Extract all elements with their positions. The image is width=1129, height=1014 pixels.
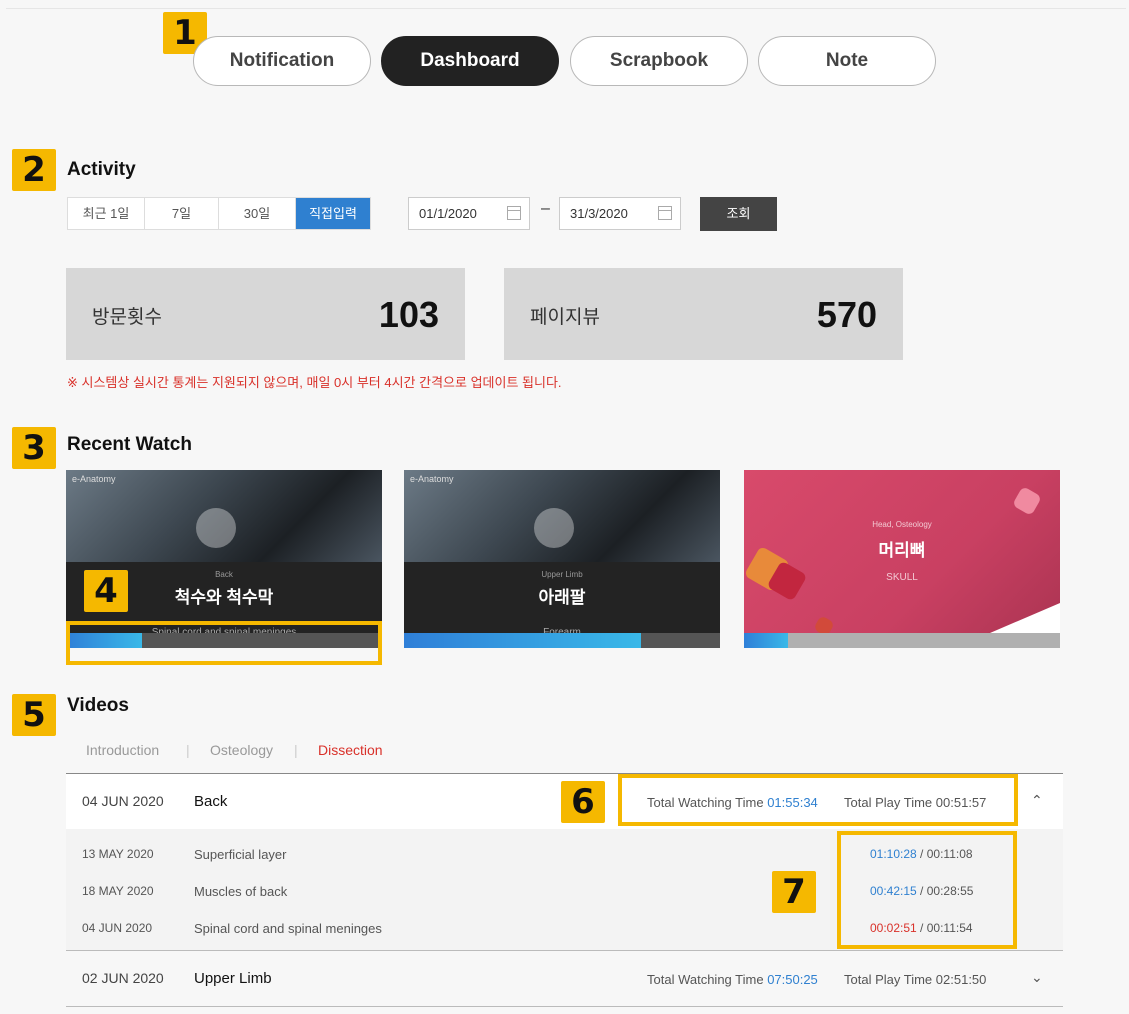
annotation-badge-5: 5 (12, 694, 56, 736)
tab-note[interactable]: Note (758, 36, 936, 86)
visits-label: 방문횟수 (92, 307, 162, 328)
card-subtitle: SKULL (886, 572, 918, 583)
period-1day-button[interactable]: 최근 1일 (68, 198, 145, 229)
chevron-down-icon[interactable]: ⌄ (1031, 969, 1043, 986)
watch-progress-fill (744, 633, 789, 648)
recent-watch-card[interactable]: Head, Osteology 머리뼈 SKULL (744, 470, 1060, 648)
brand-logo: e-Anatomy (72, 474, 116, 484)
date-from-field[interactable]: 01/1/2020 (408, 197, 530, 230)
videos-title: Videos (67, 695, 129, 716)
tab-notification[interactable]: Notification (193, 36, 371, 86)
card-title: 아래팔 (538, 588, 586, 607)
watch-time-highlight-box (837, 831, 1017, 949)
visits-value: 103 (378, 294, 439, 335)
recent-watch-card[interactable]: e-Anatomy Upper Limb 아래팔 Forearm (404, 470, 720, 648)
subtab-introduction[interactable]: Introduction (86, 742, 159, 758)
annotation-badge-2: 2 (12, 149, 56, 191)
card-category: Head, Osteology (872, 520, 932, 529)
total-time-highlight-box (618, 774, 1018, 826)
period-30day-button[interactable]: 30일 (219, 198, 296, 229)
group-name: Upper Limb (194, 970, 272, 987)
calendar-icon[interactable] (658, 206, 672, 220)
calendar-icon[interactable] (507, 206, 521, 220)
recent-watch-title: Recent Watch (67, 434, 192, 455)
annotation-badge-4: 4 (84, 570, 128, 612)
subtab-dissection[interactable]: Dissection (318, 742, 383, 758)
total-play-time: Total Play Time 02:51:50 (844, 972, 987, 987)
subtab-osteology[interactable]: Osteology (210, 742, 273, 758)
search-button[interactable]: 조회 (700, 197, 777, 231)
period-7day-button[interactable]: 7일 (145, 198, 219, 229)
date-to-field[interactable]: 31/3/2020 (559, 197, 681, 230)
video-group-row[interactable]: 02 JUN 2020 Upper Limb Total Watching Ti… (66, 951, 1063, 1007)
subtab-separator: | (186, 742, 190, 758)
decorative-hexagon (1011, 485, 1043, 517)
pageviews-value: 570 (816, 294, 877, 335)
group-date: 02 JUN 2020 (82, 970, 164, 986)
progress-highlight-box (66, 621, 382, 665)
date-to-value: 31/3/2020 (570, 206, 628, 221)
total-watching-value: 07:50:25 (767, 972, 818, 987)
tab-scrapbook[interactable]: Scrapbook (570, 36, 748, 86)
total-play-value: 02:51:50 (935, 972, 987, 987)
row-divider (66, 1006, 1063, 1007)
date-from-value: 01/1/2020 (419, 206, 477, 221)
period-selector: 최근 1일 7일 30일 직접입력 (67, 197, 371, 230)
watch-progress-track (744, 633, 1060, 648)
annotation-badge-6: 6 (561, 781, 605, 823)
group-date: 04 JUN 2020 (82, 793, 164, 809)
tab-dashboard[interactable]: Dashboard (381, 36, 559, 86)
period-custom-button[interactable]: 직접입력 (296, 198, 370, 229)
update-notice: ※ 시스템상 실시간 통계는 지원되지 않으며, 매일 0시 부터 4시간 간격… (67, 375, 562, 390)
total-watching-time: Total Watching Time 07:50:25 (647, 972, 818, 987)
activity-title: Activity (67, 159, 136, 180)
date-range-dash: – (541, 200, 550, 217)
card-title: 머리뼈 (878, 541, 926, 560)
pageviews-label: 페이지뷰 (530, 307, 600, 328)
group-name: Back (194, 793, 228, 810)
pageviews-stat-card: 페이지뷰 570 (504, 268, 903, 360)
chevron-up-icon[interactable]: ⌃ (1031, 792, 1043, 809)
subtab-separator: | (294, 742, 298, 758)
visits-stat-card: 방문횟수 103 (66, 268, 465, 360)
annotation-badge-7: 7 (772, 871, 816, 913)
annotation-badge-3: 3 (12, 427, 56, 469)
watch-progress-fill (404, 633, 641, 648)
card-category: Upper Limb (541, 570, 583, 579)
brand-logo: e-Anatomy (410, 474, 454, 484)
